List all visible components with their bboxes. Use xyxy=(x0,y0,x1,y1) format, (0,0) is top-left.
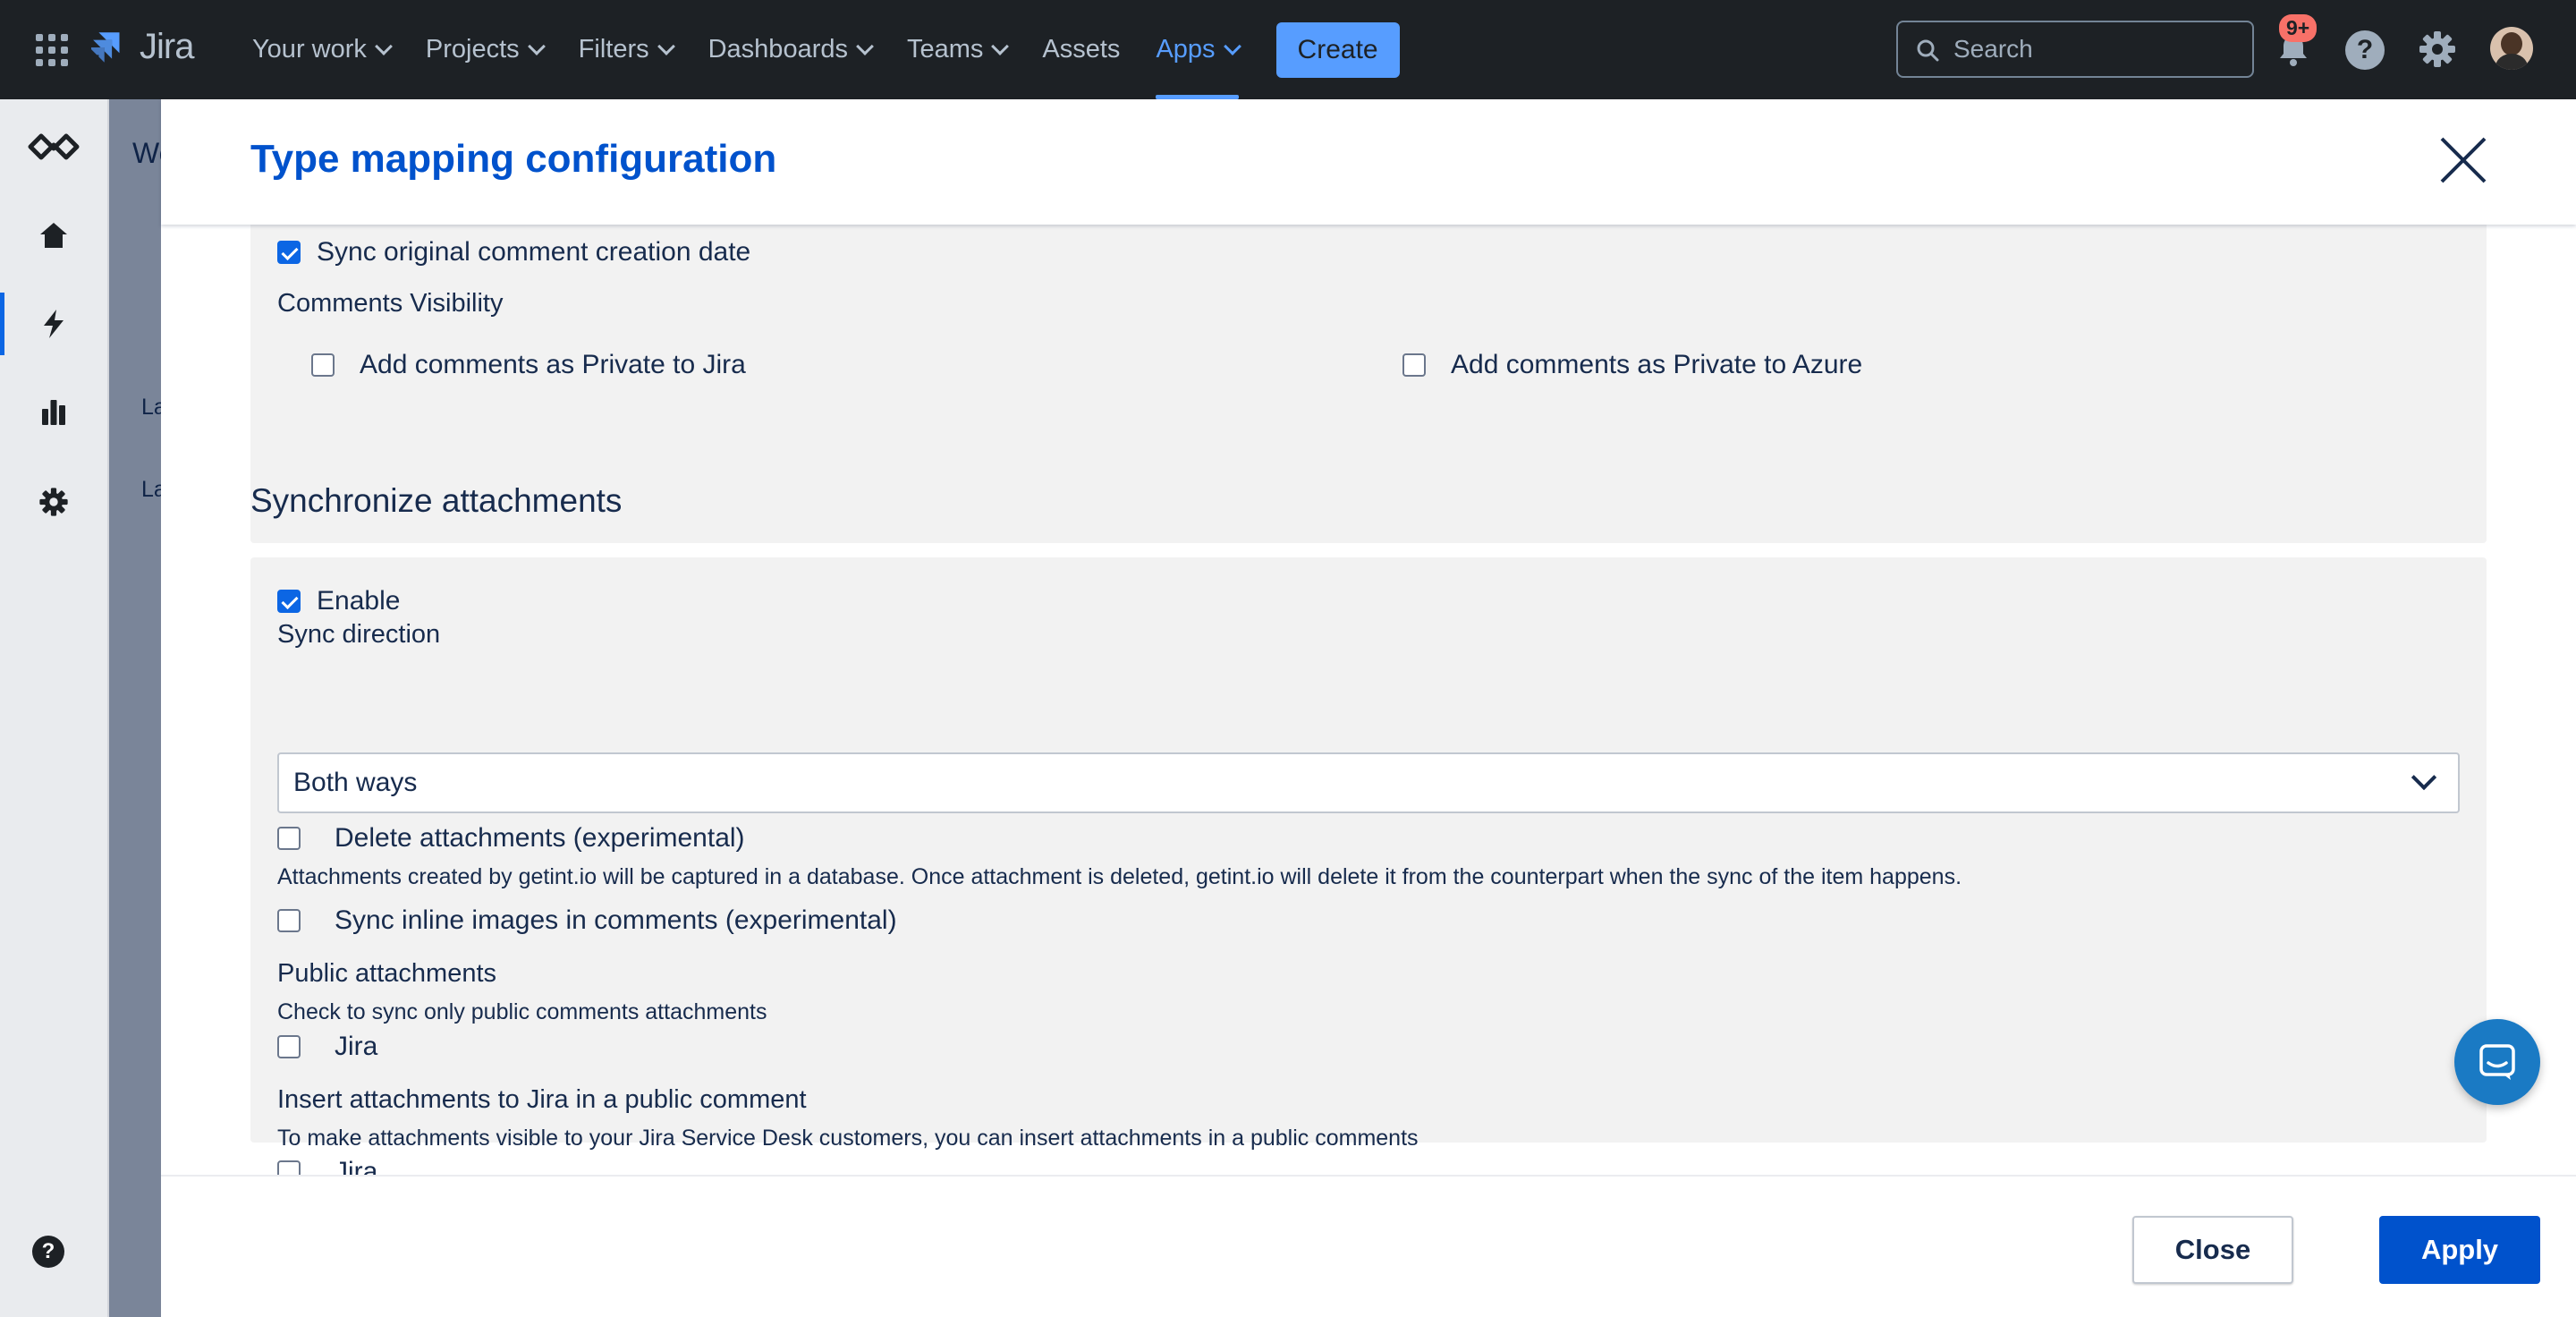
jira-logo-icon xyxy=(91,31,120,63)
sync-direction-label: Sync direction xyxy=(277,620,441,649)
chevron-down-icon xyxy=(527,37,546,55)
chat-icon xyxy=(2479,1044,2515,1080)
comments-visibility-heading: Comments Visibility xyxy=(277,289,504,318)
nav-label: Your work xyxy=(252,35,367,64)
settings-gear-icon[interactable] xyxy=(2417,29,2458,70)
enable-attachments-checkbox[interactable] xyxy=(277,590,301,613)
help-icon[interactable]: ? xyxy=(32,1236,64,1268)
getint-logo-icon[interactable] xyxy=(0,117,107,180)
chevron-down-icon xyxy=(1223,37,1241,55)
jira-logo[interactable]: Jira xyxy=(91,27,194,67)
modal-footer: Close Apply xyxy=(161,1175,2576,1317)
close-icon[interactable] xyxy=(2438,135,2488,185)
private-azure-checkbox[interactable] xyxy=(1402,353,1426,377)
nav-your-work[interactable]: Your work xyxy=(234,0,408,99)
nav-label: Teams xyxy=(906,35,984,64)
attachments-section-title: Synchronize attachments xyxy=(250,482,623,519)
bolt-icon[interactable] xyxy=(0,293,107,355)
nav-menu: Your work Projects Filters Dashboards Te… xyxy=(234,0,1400,99)
home-icon[interactable] xyxy=(0,204,107,267)
public-attachments-help: Check to sync only public comments attac… xyxy=(277,999,767,1024)
nav-projects[interactable]: Projects xyxy=(408,0,561,99)
type-mapping-modal: Type mapping configuration Sync original… xyxy=(161,99,2576,1317)
nav-label: Apps xyxy=(1156,35,1216,64)
nav-apps[interactable]: Apps xyxy=(1138,0,1256,99)
modal-body[interactable]: Sync original comment creation date Comm… xyxy=(161,225,2576,1273)
chevron-down-icon xyxy=(2411,764,2437,791)
app-switcher-icon[interactable] xyxy=(36,34,68,66)
home-glyph xyxy=(40,223,67,248)
nav-label: Assets xyxy=(1042,35,1121,64)
public-attachments-heading: Public attachments xyxy=(277,959,497,988)
public-jira-label: Jira xyxy=(335,1032,378,1061)
chevron-down-icon xyxy=(991,37,1010,55)
nav-dashboards[interactable]: Dashboards xyxy=(691,0,889,99)
delete-attachments-help: Attachments created by getint.io will be… xyxy=(277,864,1962,889)
nav-teams[interactable]: Teams xyxy=(889,0,1024,99)
insert-attachments-help: To make attachments visible to your Jira… xyxy=(277,1126,1419,1151)
delete-attachments-checkbox[interactable] xyxy=(277,827,301,850)
bar-chart-icon[interactable] xyxy=(0,381,107,444)
sync-creation-date-label: Sync original comment creation date xyxy=(317,237,751,267)
chat-support-button[interactable] xyxy=(2454,1019,2540,1105)
chevron-down-icon xyxy=(856,37,874,55)
insert-attachments-heading: Insert attachments to Jira in a public c… xyxy=(277,1085,807,1114)
nav-assets[interactable]: Assets xyxy=(1024,0,1138,99)
private-azure-label: Add comments as Private to Azure xyxy=(1451,350,1863,379)
delete-attachments-label: Delete attachments (experimental) xyxy=(335,823,745,853)
search-icon xyxy=(1917,39,1939,62)
nav-label: Dashboards xyxy=(708,35,848,64)
bolt-glyph xyxy=(44,310,64,338)
sync-direction-select[interactable]: Both ways xyxy=(277,752,2460,813)
nav-label: Filters xyxy=(578,35,649,64)
private-jira-label: Add comments as Private to Jira xyxy=(360,350,746,379)
apply-button[interactable]: Apply xyxy=(2379,1216,2540,1284)
app-name: Jira xyxy=(140,27,194,66)
inline-images-checkbox[interactable] xyxy=(277,909,301,932)
top-navigation: Jira Your work Projects Filters Dashboar… xyxy=(0,0,2576,99)
bar-chart-glyph xyxy=(42,400,65,425)
sync-creation-date-checkbox[interactable] xyxy=(277,241,301,264)
modal-header: Type mapping configuration xyxy=(161,99,2576,225)
enable-attachments-label: Enable xyxy=(317,586,401,616)
nav-filters[interactable]: Filters xyxy=(561,0,691,99)
help-icon[interactable]: ? xyxy=(2345,30,2385,70)
create-button[interactable]: Create xyxy=(1275,21,1400,78)
chevron-down-icon xyxy=(657,37,675,55)
notifications-badge: 9+ xyxy=(2279,14,2318,42)
inline-images-label: Sync inline images in comments (experime… xyxy=(335,905,897,935)
gear-glyph xyxy=(39,488,68,516)
close-button[interactable]: Close xyxy=(2132,1216,2293,1284)
search-input[interactable]: Search xyxy=(1896,21,2254,78)
left-sidebar: ? xyxy=(0,99,109,1317)
chevron-down-icon xyxy=(374,37,393,55)
private-jira-checkbox[interactable] xyxy=(311,353,335,377)
sync-direction-value: Both ways xyxy=(293,768,418,797)
user-avatar[interactable] xyxy=(2490,27,2533,70)
public-jira-checkbox[interactable] xyxy=(277,1035,301,1058)
modal-title: Type mapping configuration xyxy=(250,137,777,181)
nav-label: Projects xyxy=(425,35,520,64)
gear-icon[interactable] xyxy=(0,471,107,533)
getint-logo-glyph xyxy=(28,133,80,160)
search-placeholder: Search xyxy=(1953,35,2033,63)
